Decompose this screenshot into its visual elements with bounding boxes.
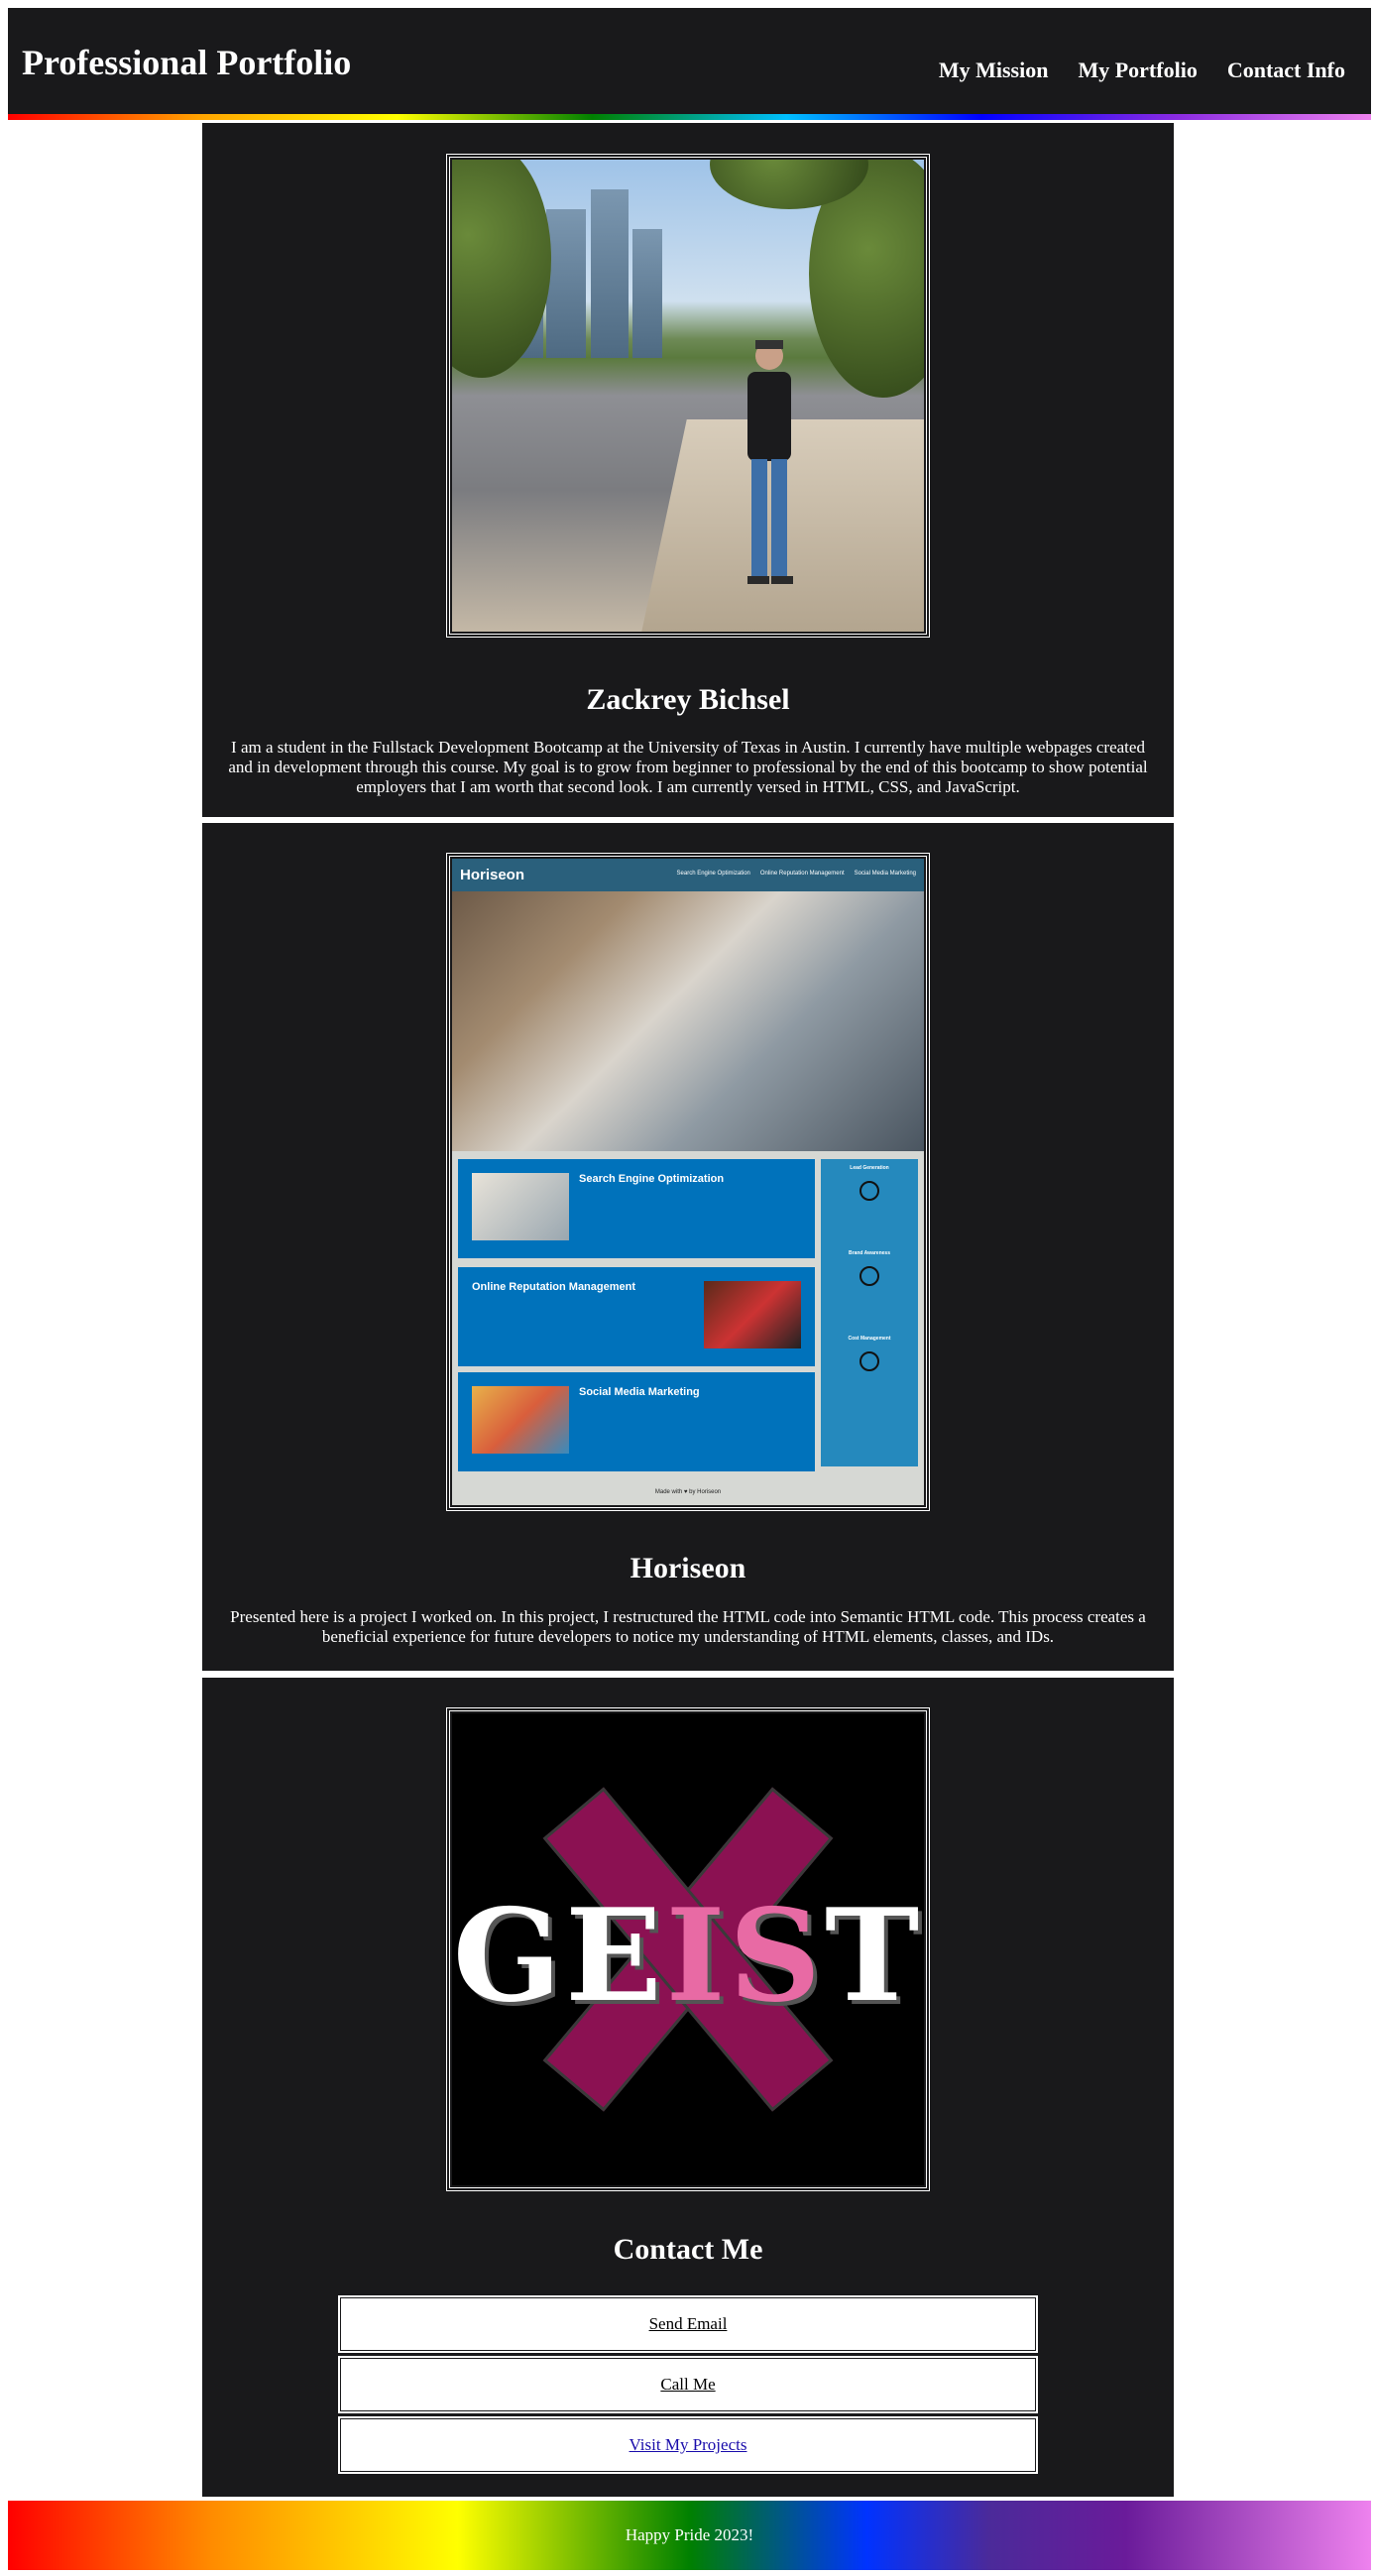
- project-title: Horiseon: [630, 1552, 746, 1584]
- about-text: I am a student in the Fullstack Developm…: [228, 738, 1148, 796]
- mockup-card: Social Media Marketing: [458, 1372, 815, 1471]
- mockup-link: Online Reputation Management: [759, 871, 845, 877]
- mockup-link: Social Media Marketing: [854, 871, 916, 877]
- project-section: Horiseon Search Engine Optimization Onli…: [202, 823, 1174, 1671]
- about-name: Zackrey Bichsel: [586, 683, 790, 716]
- contact-item-projects: Visit My Projects: [337, 2415, 1039, 2475]
- nav-link-mission[interactable]: My Mission: [939, 58, 1049, 83]
- mockup-aside: Lead Generation Brand Awareness Cost Man…: [821, 1159, 918, 1466]
- geist-image-frame[interactable]: GEIST: [446, 1707, 930, 2191]
- contact-item-email: Send Email: [337, 2294, 1039, 2354]
- mockup-footer: Made with ♥ by Horiseon: [654, 1489, 722, 1495]
- contact-section: GEIST Contact Me Send Email Call Me Visi…: [202, 1678, 1174, 2497]
- horiseon-screenshot: Horiseon Search Engine Optimization Onli…: [452, 859, 924, 1505]
- footer-text: Happy Pride 2023!: [625, 2525, 754, 2544]
- project-screenshot-frame[interactable]: Horiseon Search Engine Optimization Onli…: [446, 853, 930, 1511]
- send-email-link[interactable]: Send Email: [649, 2314, 728, 2334]
- about-section: Zackrey Bichsel I am a student in the Fu…: [202, 123, 1174, 817]
- mockup-aside-heading: Lead Generation: [850, 1165, 889, 1171]
- contact-list: Send Email Call Me Visit My Projects: [337, 2294, 1039, 2476]
- mockup-card: Online Reputation Management: [458, 1267, 815, 1366]
- mockup-card-title: Social Media Marketing: [579, 1386, 700, 1398]
- site-footer: Happy Pride 2023!: [8, 2501, 1371, 2570]
- profile-photo: [452, 160, 924, 632]
- contact-title: Contact Me: [613, 2233, 763, 2266]
- profile-photo-frame: [446, 154, 930, 638]
- site-title: Professional Portfolio: [22, 43, 352, 82]
- geist-wordmark: GEIST: [452, 1882, 924, 2031]
- contact-item-call: Call Me: [337, 2355, 1039, 2414]
- visit-projects-link[interactable]: Visit My Projects: [630, 2435, 747, 2455]
- person-figure: [747, 340, 793, 584]
- main-nav: My Mission My Portfolio Contact Info: [939, 58, 1345, 83]
- site-header: Professional Portfolio My Mission My Por…: [8, 8, 1371, 114]
- mockup-card-title: Search Engine Optimization: [579, 1173, 725, 1185]
- nav-link-contact[interactable]: Contact Info: [1227, 58, 1345, 83]
- mockup-card-title: Online Reputation Management: [472, 1281, 636, 1293]
- mockup-link: Search Engine Optimization: [676, 871, 750, 877]
- project-text: Presented here is a project I worked on.…: [230, 1607, 1146, 1646]
- mockup-aside-heading: Cost Management: [848, 1336, 891, 1342]
- mockup-hero-image: [452, 891, 924, 1151]
- geist-image: GEIST: [452, 1713, 924, 2185]
- horiseon-logo: Horiseon: [460, 867, 525, 883]
- nav-link-portfolio[interactable]: My Portfolio: [1078, 58, 1197, 83]
- rainbow-divider: [8, 114, 1371, 120]
- call-me-link[interactable]: Call Me: [660, 2375, 715, 2395]
- mockup-aside-heading: Brand Awareness: [849, 1250, 890, 1256]
- mockup-card: Search Engine Optimization: [458, 1159, 815, 1258]
